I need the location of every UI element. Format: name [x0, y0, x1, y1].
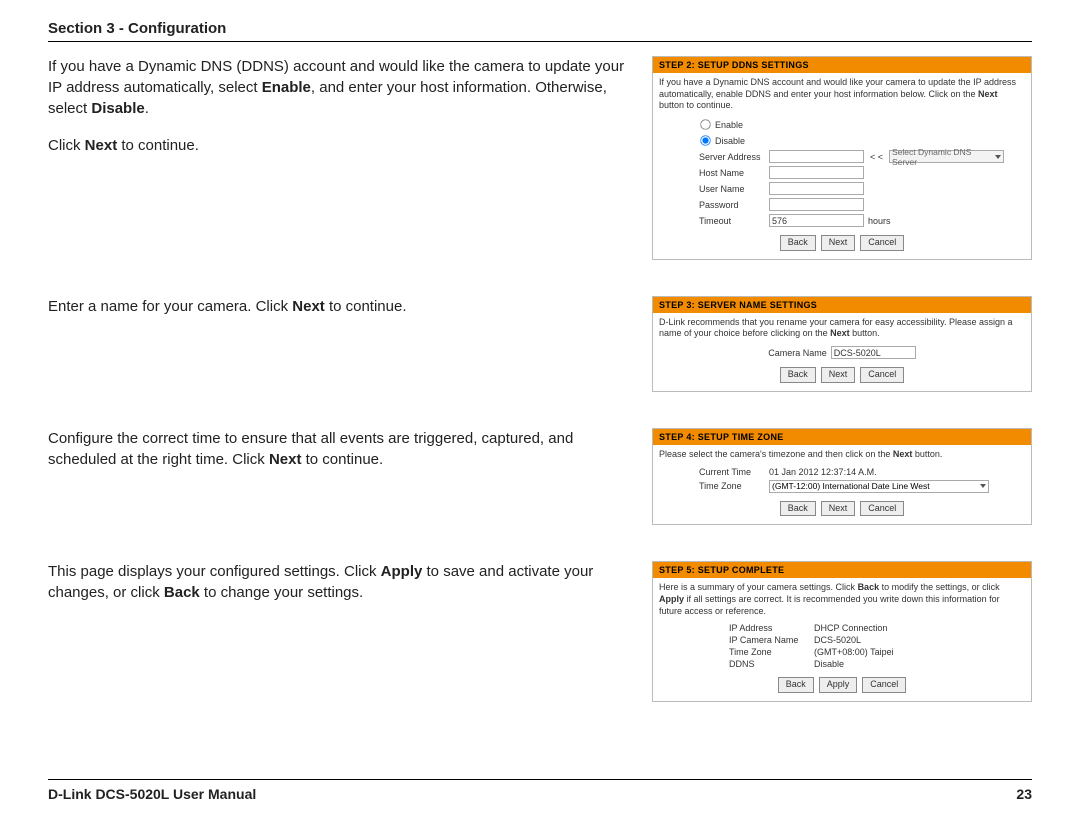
next-button[interactable]: Next [821, 235, 856, 251]
panel-note: Please select the camera's timezone and … [659, 449, 1025, 461]
timeout-label: Timeout [699, 216, 769, 226]
enable-label: Enable [715, 120, 743, 130]
hours-label: hours [868, 216, 891, 226]
ddns-value: Disable [814, 659, 844, 669]
host-name-input[interactable] [769, 166, 864, 179]
text: . [145, 100, 149, 117]
text-bold: Enable [262, 79, 311, 96]
enable-radio[interactable] [700, 119, 710, 129]
footer-left: D-Link DCS-5020L User Manual [48, 786, 256, 802]
text-bold: Disable [91, 100, 144, 117]
camera-name-label: Camera Name [768, 348, 827, 358]
time-zone-label: Time Zone [699, 481, 769, 491]
section-header: Section 3 - Configuration [48, 20, 1032, 42]
setup-complete-panel: STEP 5: SETUP COMPLETE Here is a summary… [652, 561, 1032, 702]
instruction-text: Configure the correct time to ensure tha… [48, 428, 640, 470]
back-button[interactable]: Back [780, 501, 816, 517]
panel-title: STEP 3: SERVER NAME SETTINGS [653, 297, 1031, 313]
password-label: Password [699, 200, 769, 210]
cancel-button[interactable]: Cancel [862, 677, 906, 693]
instruction-text: If you have a Dynamic DNS (DDNS) account… [48, 56, 640, 156]
ip-camera-name-label: IP Camera Name [729, 635, 814, 645]
instruction-text: Enter a name for your camera. Click Next… [48, 296, 640, 317]
text: Click [48, 137, 85, 154]
lessless-text: < < [870, 152, 883, 162]
panel-note: Here is a summary of your camera setting… [659, 582, 1025, 617]
camera-name-input[interactable]: DCS-5020L [831, 346, 916, 359]
time-zone-select[interactable]: (GMT-12:00) International Date Line West [769, 480, 989, 493]
ip-address-value: DHCP Connection [814, 623, 887, 633]
time-zone-value: (GMT+08:00) Taipei [814, 647, 894, 657]
user-name-label: User Name [699, 184, 769, 194]
panel-note: If you have a Dynamic DNS account and wo… [659, 77, 1025, 112]
chevron-down-icon [995, 155, 1001, 159]
disable-radio[interactable] [700, 135, 710, 145]
password-input[interactable] [769, 198, 864, 211]
next-button[interactable]: Next [821, 501, 856, 517]
panel-title: STEP 5: SETUP COMPLETE [653, 562, 1031, 578]
back-button[interactable]: Back [780, 367, 816, 383]
server-address-label: Server Address [699, 152, 769, 162]
server-address-input[interactable] [769, 150, 864, 163]
cancel-button[interactable]: Cancel [860, 501, 904, 517]
ddns-label: DDNS [729, 659, 814, 669]
apply-button[interactable]: Apply [819, 677, 858, 693]
user-name-input[interactable] [769, 182, 864, 195]
text-bold: Next [85, 137, 118, 154]
time-zone-label: Time Zone [729, 647, 814, 657]
time-zone-panel: STEP 4: SETUP TIME ZONE Please select th… [652, 428, 1032, 525]
ddns-settings-panel: STEP 2: SETUP DDNS SETTINGS If you have … [652, 56, 1032, 260]
panel-title: STEP 2: SETUP DDNS SETTINGS [653, 57, 1031, 73]
panel-note: D-Link recommends that you rename your c… [659, 317, 1025, 340]
next-button[interactable]: Next [821, 367, 856, 383]
current-time-label: Current Time [699, 467, 769, 477]
cancel-button[interactable]: Cancel [860, 235, 904, 251]
instruction-text: This page displays your configured setti… [48, 561, 640, 603]
dns-server-select[interactable]: Select Dynamic DNS Server [889, 150, 1004, 163]
text: to continue. [117, 137, 199, 154]
host-name-label: Host Name [699, 168, 769, 178]
back-button[interactable]: Back [778, 677, 814, 693]
disable-label: Disable [715, 136, 745, 146]
cancel-button[interactable]: Cancel [860, 367, 904, 383]
server-name-panel: STEP 3: SERVER NAME SETTINGS D-Link reco… [652, 296, 1032, 392]
page-number: 23 [1016, 786, 1032, 802]
ip-camera-name-value: DCS-5020L [814, 635, 861, 645]
chevron-down-icon [980, 484, 986, 488]
panel-title: STEP 4: SETUP TIME ZONE [653, 429, 1031, 445]
timeout-input[interactable]: 576 [769, 214, 864, 227]
back-button[interactable]: Back [780, 235, 816, 251]
current-time-value: 01 Jan 2012 12:37:14 A.M. [769, 467, 877, 477]
ip-address-label: IP Address [729, 623, 814, 633]
